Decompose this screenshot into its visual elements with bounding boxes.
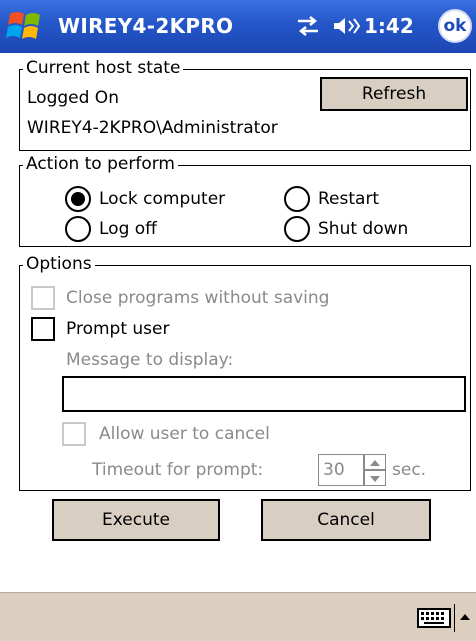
radio-button[interactable] [284,216,310,242]
radio-button[interactable] [65,186,91,212]
prompt-user-checkbox[interactable] [31,317,55,341]
window-title: WIREY4-2KPRO [58,14,234,38]
radio-label: Lock computer [99,189,226,209]
prompt-user-label: Prompt user [66,319,170,339]
ok-button[interactable]: ok [438,9,472,43]
menu-separator [454,604,455,632]
action-legend: Action to perform [23,154,178,174]
radio-label: Shut down [318,219,409,239]
cancel-button[interactable]: Cancel [261,499,431,541]
radio-button[interactable] [65,216,91,242]
radio-button[interactable] [284,186,310,212]
host-status-text: Logged On [27,88,119,108]
speaker-icon[interactable] [332,15,360,37]
chevron-up-icon [370,460,380,466]
chevron-up-icon[interactable] [458,611,472,623]
timeout-up-button[interactable] [364,454,386,470]
message-input[interactable] [62,376,466,412]
host-user-text: WIREY4-2KPRO\Administrator [27,118,278,138]
radio-log-off[interactable]: Log off [65,216,157,242]
menu-bar [0,592,476,641]
host-state-legend: Current host state [23,58,184,78]
clock[interactable]: 1:42 [364,14,414,38]
timeout-label: Timeout for prompt: [92,460,264,480]
allow-cancel-label: Allow user to cancel [99,424,270,444]
connectivity-icon[interactable] [296,16,320,36]
radio-lock-computer[interactable]: Lock computer [65,186,225,212]
timeout-down-button[interactable] [364,470,386,486]
message-label: Message to display: [66,350,234,370]
close-programs-label: Close programs without saving [66,288,330,308]
allow-cancel-checkbox[interactable] [62,422,86,446]
keyboard-icon[interactable] [417,608,451,628]
radio-shut-down[interactable]: Shut down [284,216,408,242]
refresh-button[interactable]: Refresh [320,77,468,111]
chevron-down-icon [370,476,380,482]
radio-label: Log off [99,219,157,239]
close-programs-checkbox[interactable] [31,286,55,310]
radio-label: Restart [318,189,380,209]
options-legend: Options [23,254,95,274]
timeout-unit: sec. [392,460,427,480]
timeout-input[interactable]: 30 [318,454,364,486]
windows-start-icon[interactable] [6,8,46,46]
radio-restart[interactable]: Restart [284,186,379,212]
execute-button[interactable]: Execute [52,499,220,541]
